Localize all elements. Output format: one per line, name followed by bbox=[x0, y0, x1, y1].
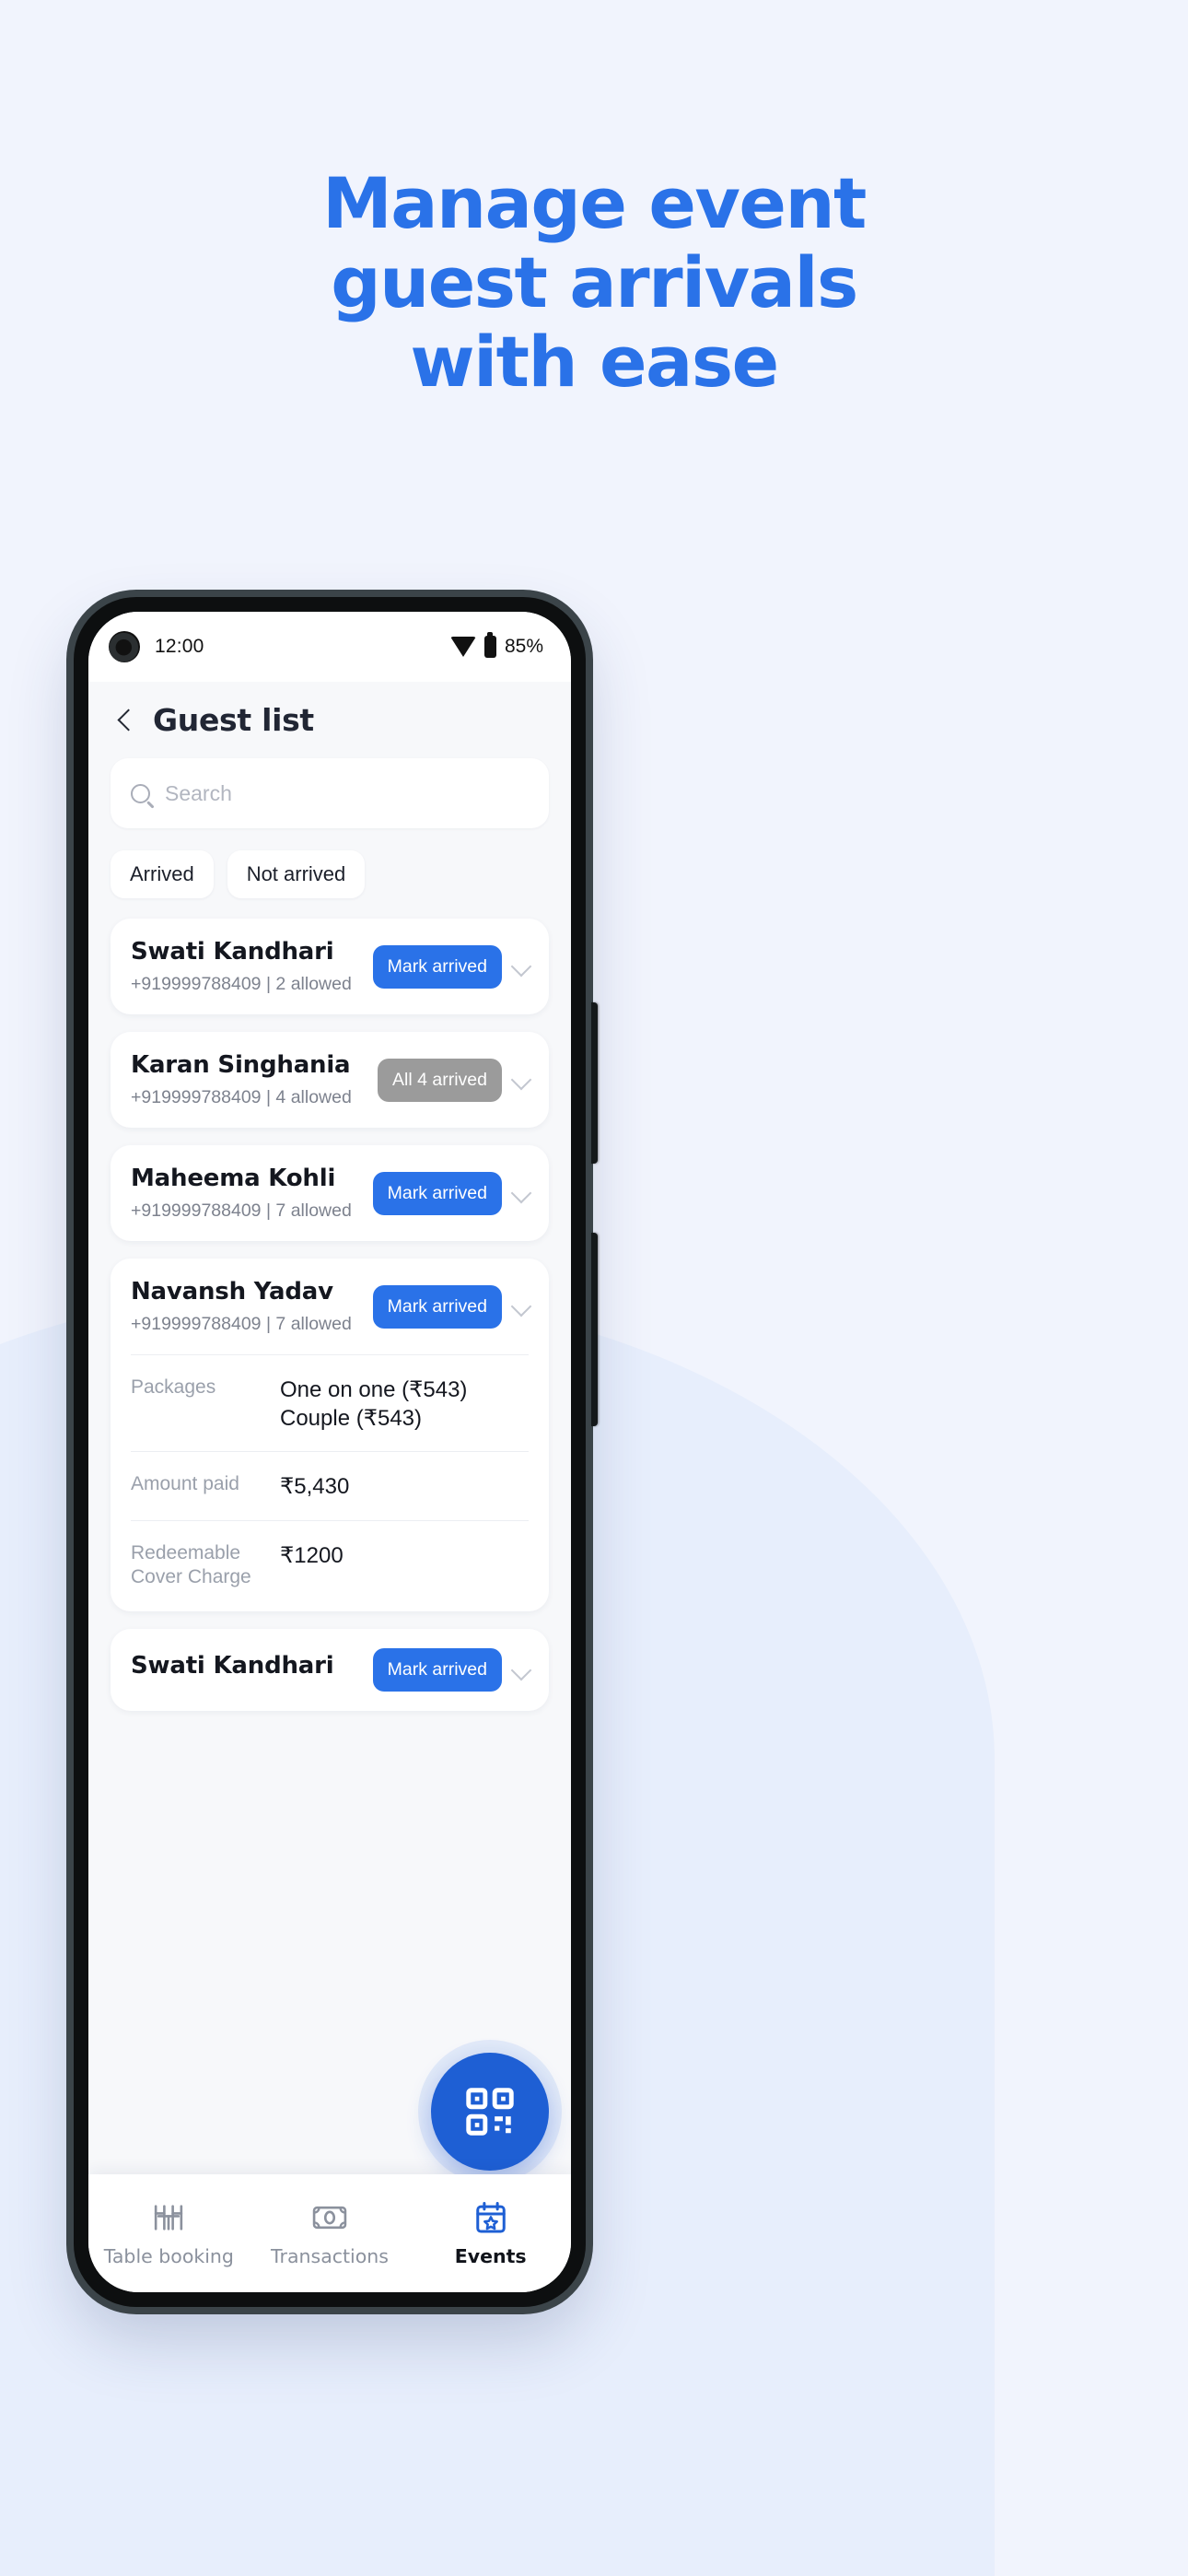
nav-label: Table booking bbox=[103, 2245, 234, 2267]
detail-row-amount-paid: Amount paid ₹5,430 bbox=[131, 1451, 529, 1519]
guest-detail-table: Packages One on one (₹543) Couple (₹543)… bbox=[111, 1354, 549, 1611]
nav-item-transactions[interactable]: Transactions bbox=[250, 2199, 411, 2267]
chevron-down-icon[interactable] bbox=[509, 1068, 533, 1092]
filter-chip-group: Arrived Not arrived bbox=[88, 828, 571, 907]
phone-device-mockup: 12:00 85% Guest list Arrived Not arrived bbox=[74, 597, 598, 2307]
mark-arrived-button[interactable]: Mark arrived bbox=[372, 1171, 502, 1215]
search-icon bbox=[131, 783, 150, 803]
mark-arrived-button[interactable]: Mark arrived bbox=[372, 1284, 502, 1329]
bottom-navigation-bar: Table booking Transactions Events bbox=[88, 2174, 571, 2292]
guest-meta: +919999788409 | 7 allowed bbox=[131, 1200, 352, 1221]
status-bar-indicators: 85% bbox=[449, 632, 543, 658]
nav-item-events[interactable]: Events bbox=[410, 2199, 571, 2267]
search-section bbox=[88, 751, 571, 828]
detail-label: Packages bbox=[131, 1376, 216, 1398]
guest-card[interactable]: Karan Singhania +919999788409 | 4 allowe… bbox=[111, 1032, 549, 1128]
mark-arrived-button[interactable]: Mark arrived bbox=[372, 944, 502, 989]
search-input[interactable] bbox=[165, 780, 529, 806]
phone-screen: 12:00 85% Guest list Arrived Not arrived bbox=[88, 612, 571, 2292]
guest-info: Swati Kandhari +919999788409 | 2 allowed bbox=[131, 938, 366, 995]
page-title: Guest list bbox=[153, 702, 314, 738]
detail-label: Amount paid bbox=[131, 1473, 239, 1495]
guest-card-header[interactable]: Swati Kandhari +919999788409 | 2 allowed… bbox=[111, 919, 549, 1014]
qr-scan-fab[interactable] bbox=[431, 2053, 549, 2171]
mark-arrived-button[interactable]: Mark arrived bbox=[372, 1648, 502, 1692]
guest-card-header[interactable]: Swati Kandhari Mark arrived bbox=[111, 1629, 549, 1711]
phone-power-button[interactable] bbox=[591, 1233, 598, 1426]
guest-card[interactable]: Swati Kandhari Mark arrived bbox=[111, 1629, 549, 1712]
guest-card[interactable]: Maheema Kohli +919999788409 | 7 allowed … bbox=[111, 1145, 549, 1241]
guest-meta: +919999788409 | 4 allowed bbox=[131, 1087, 352, 1107]
app-header: Guest list bbox=[88, 682, 571, 751]
chevron-left-icon[interactable] bbox=[112, 708, 136, 732]
promo-headline: Manage event guest arrivals with ease bbox=[0, 164, 1188, 402]
package-item: One on one (₹543) bbox=[280, 1377, 468, 1402]
guest-card-header[interactable]: Navansh Yadav +919999788409 | 7 allowed … bbox=[111, 1259, 549, 1354]
promo-headline-line-1: Manage event bbox=[322, 162, 867, 244]
nav-label: Events bbox=[454, 2245, 527, 2267]
guest-card-header[interactable]: Karan Singhania +919999788409 | 4 allowe… bbox=[111, 1032, 549, 1128]
guest-card-expanded[interactable]: Navansh Yadav +919999788409 | 7 allowed … bbox=[111, 1259, 549, 1612]
nav-item-table-booking[interactable]: Table booking bbox=[88, 2199, 250, 2267]
guest-name: Swati Kandhari bbox=[131, 1652, 334, 1680]
guest-card[interactable]: Swati Kandhari +919999788409 | 2 allowed… bbox=[111, 919, 549, 1014]
guest-name: Navansh Yadav bbox=[131, 1278, 333, 1306]
chevron-down-icon[interactable] bbox=[509, 954, 533, 978]
promo-headline-line-2: guest arrivals bbox=[331, 240, 858, 323]
guest-name: Karan Singhania bbox=[131, 1051, 351, 1079]
phone-volume-button[interactable] bbox=[591, 1002, 598, 1164]
guest-meta: +919999788409 | 2 allowed bbox=[131, 974, 352, 994]
calendar-star-icon bbox=[473, 2199, 508, 2236]
filter-chip-not-arrived[interactable]: Not arrived bbox=[227, 850, 366, 898]
chevron-down-icon[interactable] bbox=[509, 1658, 533, 1682]
guest-info: Swati Kandhari bbox=[131, 1652, 366, 1688]
battery-icon bbox=[483, 632, 496, 658]
all-arrived-status-button[interactable]: All 4 arrived bbox=[378, 1058, 502, 1102]
guest-name: Maheema Kohli bbox=[131, 1165, 336, 1192]
status-bar-time: 12:00 bbox=[155, 636, 204, 657]
chevron-down-icon[interactable] bbox=[509, 1181, 533, 1205]
filter-chip-arrived[interactable]: Arrived bbox=[111, 850, 214, 898]
guest-name: Swati Kandhari bbox=[131, 938, 334, 966]
qr-code-icon bbox=[466, 2088, 514, 2136]
detail-value: ₹5,430 bbox=[280, 1474, 350, 1500]
detail-row-packages: Packages One on one (₹543) Couple (₹543) bbox=[131, 1354, 529, 1451]
banknote-icon bbox=[311, 2199, 348, 2236]
battery-percentage: 85% bbox=[504, 636, 543, 657]
detail-label: Redeemable Cover Charge bbox=[131, 1541, 251, 1587]
status-bar: 12:00 85% bbox=[88, 612, 571, 682]
detail-row-redeemable-cover-charge: Redeemable Cover Charge ₹1200 bbox=[131, 1519, 529, 1609]
front-camera-punch-hole-icon bbox=[109, 631, 140, 662]
nav-label: Transactions bbox=[271, 2245, 389, 2267]
package-item: Couple (₹543) bbox=[280, 1406, 423, 1432]
wifi-icon bbox=[449, 637, 476, 657]
guest-info: Navansh Yadav +919999788409 | 7 allowed bbox=[131, 1278, 366, 1335]
detail-value: One on one (₹543) Couple (₹543) bbox=[280, 1376, 529, 1433]
guest-card-header[interactable]: Maheema Kohli +919999788409 | 7 allowed … bbox=[111, 1145, 549, 1241]
search-box[interactable] bbox=[111, 758, 549, 828]
chevron-down-icon[interactable] bbox=[509, 1294, 533, 1318]
guest-info: Maheema Kohli +919999788409 | 7 allowed bbox=[131, 1165, 366, 1222]
table-chairs-icon bbox=[150, 2199, 187, 2236]
promo-headline-line-3: with ease bbox=[410, 320, 779, 403]
guest-info: Karan Singhania +919999788409 | 4 allowe… bbox=[131, 1051, 370, 1108]
guest-meta: +919999788409 | 7 allowed bbox=[131, 1314, 352, 1334]
detail-value: ₹1200 bbox=[280, 1542, 344, 1568]
